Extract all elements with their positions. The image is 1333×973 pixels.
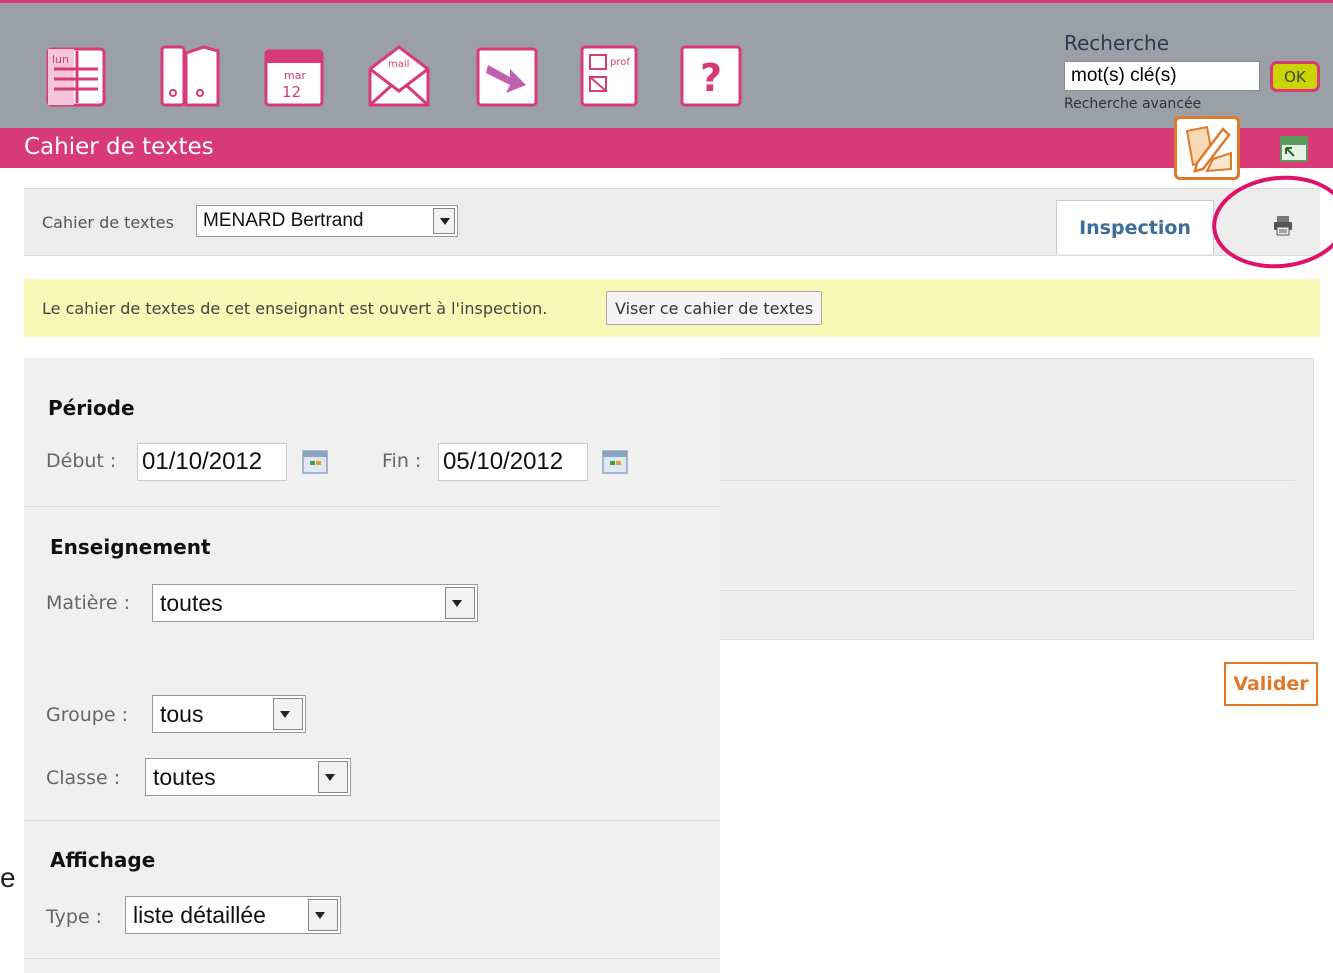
mail-icon-label: mail [388, 59, 409, 70]
mail-icon[interactable]: mail [366, 43, 432, 109]
page-header: Cahier de textes [0, 128, 1333, 168]
teacher-select[interactable]: MENARD Bertrand [196, 205, 458, 237]
chevron-down-icon [308, 899, 338, 931]
calendar-icon[interactable]: mar 12 [262, 43, 328, 109]
sign-notebook-button[interactable]: Viser ce cahier de textes [606, 291, 823, 325]
calendar-day-label: mar [284, 69, 306, 82]
binders-icon[interactable] [158, 43, 224, 109]
fin-label: Fin : [382, 450, 422, 472]
classe-label: Classe : [46, 767, 121, 789]
expand-icon[interactable] [1280, 136, 1308, 162]
affichage-section-title: Affichage [50, 848, 156, 872]
pencil-notebook-icon [1185, 125, 1232, 173]
advanced-search-link[interactable]: Recherche avancée [1064, 96, 1201, 112]
class-select[interactable]: toutes [145, 758, 351, 796]
chevron-down-icon [445, 587, 475, 619]
teacher-select-value: MENARD Bertrand [203, 210, 364, 231]
type-label: Type : [46, 906, 103, 928]
help-icon-label: ? [700, 56, 722, 100]
calendar-picker-icon[interactable] [302, 450, 328, 474]
chevron-down-icon [433, 208, 455, 234]
section-divider [24, 506, 720, 507]
validate-button[interactable]: Valider [1224, 662, 1318, 706]
calendar-picker-icon[interactable] [602, 450, 628, 474]
prof-form-icon[interactable]: prof [576, 43, 642, 109]
periode-section-title: Période [48, 396, 135, 420]
subject-select-value: toutes [160, 590, 223, 616]
notebook-select-label: Cahier de textes [42, 213, 174, 232]
top-toolbar: lun mar 12 mail prof ? Recherche OK [0, 0, 1333, 128]
enseignement-section-title: Enseignement [50, 535, 211, 559]
subject-select[interactable]: toutes [152, 584, 478, 622]
inspection-notice-text: Le cahier de textes de cet enseignant es… [42, 299, 548, 318]
class-select-value: toutes [153, 764, 216, 790]
agenda-icon-label: lun [52, 53, 69, 66]
matiere-label: Matière : [46, 592, 130, 614]
edit-notebook-button[interactable] [1174, 116, 1240, 180]
display-type-select-value: liste détaillée [133, 902, 266, 928]
start-date-input[interactable] [137, 443, 287, 481]
groupe-label: Groupe : [46, 704, 128, 726]
display-type-select[interactable]: liste détaillée [125, 896, 341, 934]
agenda-icon[interactable]: lun [44, 43, 110, 109]
search-ok-button[interactable]: OK [1270, 61, 1320, 92]
chevron-down-icon [318, 761, 348, 793]
clipped-text-fragment: e [0, 862, 16, 893]
search-input[interactable] [1064, 61, 1260, 91]
end-date-input[interactable] [438, 443, 588, 481]
chevron-down-icon [273, 698, 303, 730]
search-title: Recherche [1064, 31, 1170, 55]
results-divider [720, 480, 1295, 481]
section-divider [24, 958, 720, 959]
group-select-value: tous [160, 701, 204, 727]
results-divider [720, 590, 1295, 591]
group-select[interactable]: tous [152, 695, 306, 733]
help-icon[interactable]: ? [678, 43, 744, 109]
page-title: Cahier de textes [24, 134, 214, 160]
tab-inspection[interactable]: Inspection [1056, 200, 1214, 254]
prof-form-icon-label: prof [610, 57, 630, 68]
inspection-notice: Le cahier de textes de cet enseignant es… [24, 279, 1320, 337]
section-divider [24, 820, 720, 821]
calendar-date-label: 12 [282, 83, 301, 101]
inbox-arrow-icon[interactable] [474, 43, 540, 109]
debut-label: Début : [46, 450, 117, 472]
highlight-circle-annotation [1207, 169, 1333, 275]
